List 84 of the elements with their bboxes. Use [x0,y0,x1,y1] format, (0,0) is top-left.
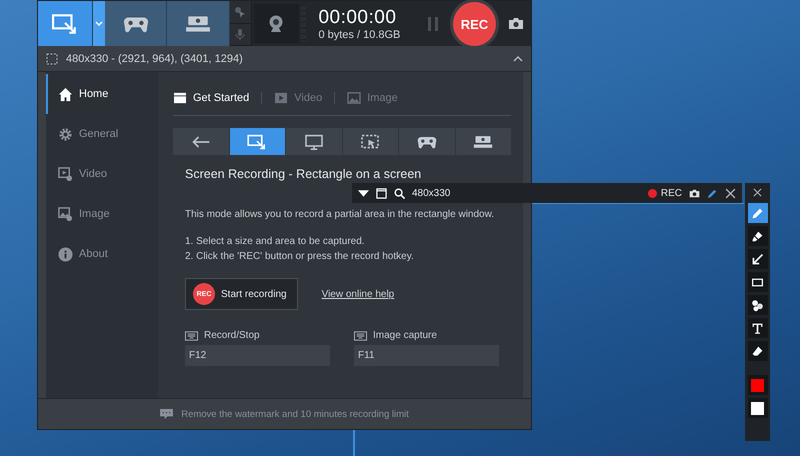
video-icon [274,92,288,104]
arrow-icon [751,252,764,266]
tab[interactable]: Get Started [173,92,262,104]
mode-description: This mode allows you to record a partial area in the rectangle window. [185,209,496,220]
sidebar-item[interactable]: Image [46,194,158,234]
sidebar-item[interactable]: About [46,234,158,274]
hotkey-label: Record/Stop [204,330,260,341]
drawing-tool-button[interactable] [748,226,768,246]
recording-mode-button[interactable] [230,128,285,155]
keyboard-icon [354,330,367,340]
chevron-up-icon [513,56,523,62]
image-settings-icon [58,206,73,222]
pencil-icon[interactable] [707,188,718,198]
hotkey-field[interactable]: F12 [185,345,330,366]
instruction-step: 1. Select a size and area to be captured. [185,236,511,247]
drawing-tool-button[interactable] [748,272,768,292]
clapperboard-icon [173,92,187,104]
drawing-tool-button[interactable] [748,249,768,269]
text-tool-icon [751,322,764,334]
rectangle-capture-icon [247,134,268,150]
drawing-tool-button[interactable] [748,203,768,223]
elapsed-time: 00:00:00 [318,6,398,28]
upgrade-message: Remove the watermark and 10 minutes recording limit [181,408,409,420]
recording-mode-button[interactable] [399,128,454,155]
collapse-button[interactable] [513,56,523,62]
marker-icon [751,230,764,242]
recording-mode-button[interactable] [173,128,228,155]
recording-mode-button[interactable] [342,128,398,155]
home-icon [58,86,73,102]
info-icon [58,246,73,262]
video-settings-icon [58,166,73,182]
dashed-area-cursor-icon [360,134,380,150]
triangle-down-icon[interactable] [358,188,369,198]
color-swatch-button[interactable] [748,375,768,395]
drawing-tool-button[interactable] [748,295,768,315]
camera-icon [508,17,524,30]
rectangle-capture-icon [52,12,78,34]
chat-icon [160,408,174,420]
drawing-tool-button[interactable] [748,341,768,361]
search-icon[interactable] [394,188,405,198]
capture-mode-button[interactable] [167,1,230,46]
camera-icon[interactable] [689,188,700,198]
region-coordinates: 480x330 - (2921, 964), (3401, 1294) [66,52,244,64]
settings-icon [58,126,73,142]
drawing-tool-button[interactable] [748,318,768,338]
keyboard-icon [185,330,198,340]
record-dot-icon [648,188,657,198]
monitor-icon [304,134,324,150]
cursor-icon [234,6,246,18]
window-icon[interactable] [376,188,387,198]
microphone-button[interactable] [230,24,251,46]
pause-icon [428,16,438,30]
recording-mode-button[interactable] [456,128,511,155]
close-icon[interactable] [725,188,736,198]
dashed-rectangle-icon [46,52,58,64]
cursor-toggle-button[interactable] [230,1,251,24]
eraser-icon [751,344,764,358]
hotkey-label: Image capture [373,330,437,341]
capture-size: 480x330 [412,188,452,198]
sidebar-item[interactable]: General [46,114,158,154]
recording-mode-button[interactable] [286,128,342,155]
webcam-button[interactable] [254,4,299,43]
close-icon[interactable] [753,188,762,197]
sidebar-item[interactable]: Video [46,154,158,194]
record-button[interactable]: REC [453,2,496,46]
capture-record-button[interactable]: REC [648,188,682,198]
mode-title: Screen Recording - Rectangle on a screen [185,167,422,182]
capture-mode-button[interactable] [105,1,168,46]
back-arrow-icon [190,134,211,150]
mode-dropdown-button[interactable] [93,1,106,46]
image-icon [347,92,362,104]
microphone-icon [234,28,246,40]
file-size: 0 bytes / 10.8GB [318,28,402,40]
color-swatch-button[interactable] [748,398,768,418]
capture-mode-button[interactable] [38,1,94,46]
rectangle-icon [751,276,764,288]
chevron-down-icon [95,21,104,26]
hdmi-device-icon [473,134,494,150]
hotkey-field[interactable]: F11 [354,345,499,366]
online-help-link[interactable]: View online help [322,288,394,300]
numbered-circles-icon [751,298,764,312]
webcam-icon [268,14,284,32]
instruction-step: 2. Click the 'REC' button or press the record hotkey. [185,251,511,262]
pencil-icon [751,206,764,220]
